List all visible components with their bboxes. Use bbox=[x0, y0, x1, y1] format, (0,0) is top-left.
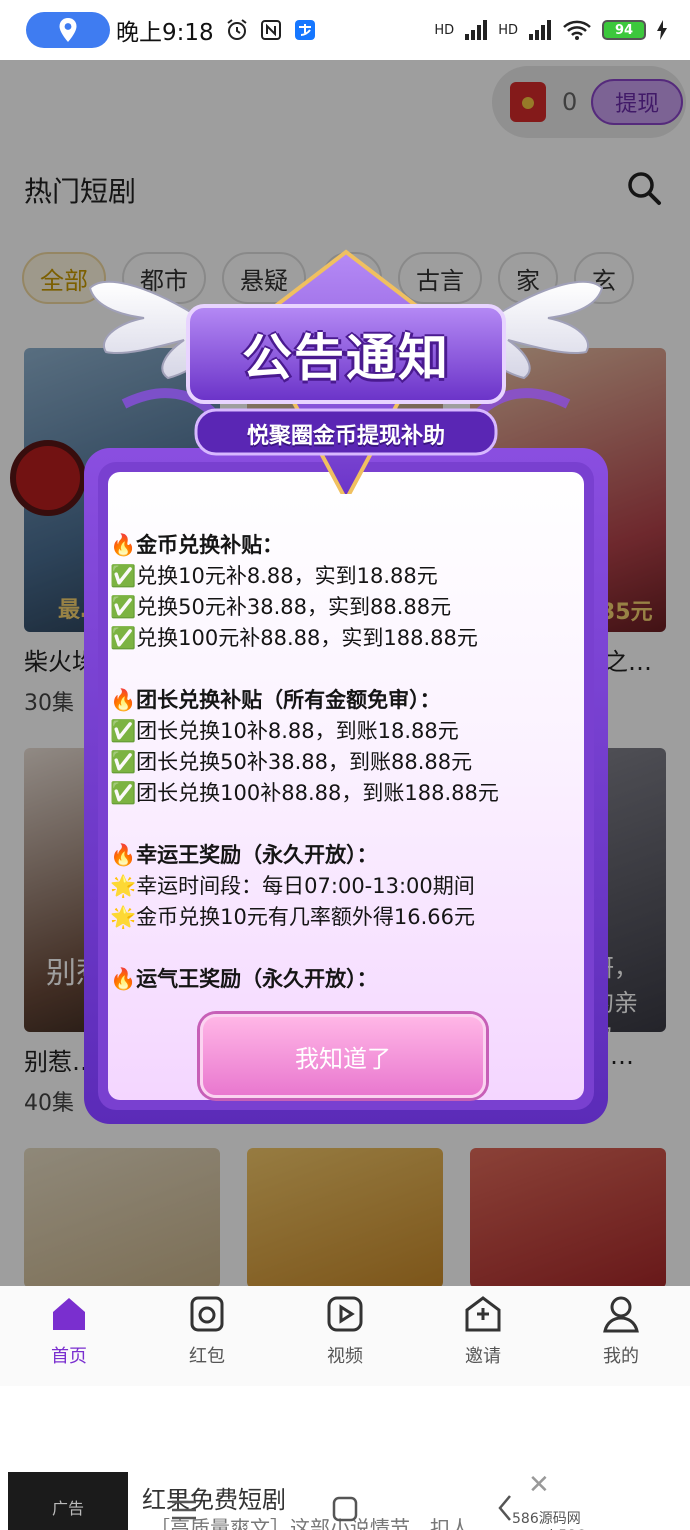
notice-line: ✅兑换10元补8.88，实到18.88元 bbox=[110, 564, 438, 588]
notice-line: 🔥团长兑换补贴（所有金额免审）： bbox=[110, 688, 441, 712]
nav-label: 首页 bbox=[51, 1346, 87, 1367]
notice-line: ✅团长兑换10补8.88，到账18.88元 bbox=[110, 719, 459, 743]
watermark-text: 586源码网 www.h586.com bbox=[512, 1511, 619, 1530]
notice-line: ✅兑换100元补88.88，实到188.88元 bbox=[110, 626, 478, 650]
profile-icon bbox=[603, 1296, 639, 1333]
notice-line: 🌟金币兑换10元有几率额外得16.66元 bbox=[110, 905, 475, 929]
signal-icon bbox=[465, 20, 488, 40]
nfc-icon bbox=[258, 18, 284, 42]
hd-label-2: HD bbox=[498, 22, 518, 38]
check-icon: ✅ bbox=[110, 719, 137, 743]
status-time: 晚上9:18 bbox=[116, 20, 214, 46]
check-icon: ✅ bbox=[110, 626, 137, 650]
star-icon: 🌟 bbox=[110, 905, 137, 929]
notice-line: 🔥运气王奖励（永久开放）： bbox=[110, 967, 378, 991]
redpacket-icon bbox=[190, 1296, 224, 1332]
notice-line: ✅团长兑换50补38.88，到账88.88元 bbox=[110, 750, 473, 774]
status-bar: 晚上9:18 HD HD 94 bbox=[0, 0, 690, 60]
fire-icon: 🔥 bbox=[110, 688, 137, 712]
nav-label: 红包 bbox=[189, 1346, 225, 1367]
acknowledge-button[interactable]: 我知道了 bbox=[200, 1014, 486, 1098]
nav-label: 邀请 bbox=[465, 1346, 501, 1367]
alarm-icon bbox=[224, 18, 250, 42]
home-icon bbox=[53, 1298, 85, 1330]
check-icon: ✅ bbox=[110, 595, 137, 619]
fire-icon: 🔥 bbox=[110, 843, 137, 867]
modal-banner-title: 公告通知 bbox=[242, 329, 450, 387]
notice-line: 🔥幸运王奖励（永久开放）： bbox=[110, 843, 378, 867]
menu-icon[interactable] bbox=[172, 1500, 196, 1520]
nav-video[interactable]: 视频 bbox=[285, 1286, 405, 1386]
alipay-icon bbox=[292, 18, 318, 42]
check-icon: ✅ bbox=[110, 750, 137, 774]
modal-banner-subtitle: 悦聚圈金币提现补助 bbox=[246, 424, 445, 449]
battery-indicator: 94 bbox=[602, 20, 646, 40]
location-pin-icon bbox=[59, 18, 77, 42]
signal-icon-2 bbox=[529, 20, 551, 40]
notice-line: 🌟幸运时间段：每日07:00-13:00期间 bbox=[110, 874, 475, 898]
location-pill[interactable] bbox=[26, 12, 110, 48]
invite-icon bbox=[465, 1296, 501, 1332]
video-icon bbox=[327, 1296, 363, 1332]
notice-line: ✅兑换50元补38.88，实到88.88元 bbox=[110, 595, 452, 619]
nav-redpacket[interactable]: 红包 bbox=[147, 1286, 267, 1386]
home-square-icon[interactable] bbox=[332, 1496, 358, 1522]
nav-invite[interactable]: 邀请 bbox=[423, 1286, 543, 1386]
fire-icon: 🔥 bbox=[110, 967, 137, 991]
fire-icon: 🔥 bbox=[110, 533, 137, 557]
wifi-icon bbox=[563, 20, 591, 40]
modal-content: 🔥金币兑换补贴： ✅兑换10元补8.88，实到18.88元 ✅兑换50元补38.… bbox=[110, 530, 580, 995]
back-icon[interactable] bbox=[498, 1495, 511, 1521]
charging-icon bbox=[657, 20, 667, 40]
check-icon: ✅ bbox=[110, 781, 137, 805]
hd-label-1: HD bbox=[434, 22, 455, 38]
notice-line: ✅团长兑换100补88.88，到账188.88元 bbox=[110, 781, 499, 805]
star-icon: 🌟 bbox=[110, 874, 137, 898]
nav-label: 我的 bbox=[603, 1346, 639, 1367]
nav-profile[interactable]: 我的 bbox=[561, 1286, 681, 1386]
notice-line: 🔥金币兑换补贴： bbox=[110, 533, 284, 557]
nav-label: 视频 bbox=[327, 1346, 363, 1367]
bottom-nav: 首页 红包 视频 邀请 我的 bbox=[0, 1286, 690, 1386]
nav-home[interactable]: 首页 bbox=[9, 1286, 129, 1386]
check-icon: ✅ bbox=[110, 564, 137, 588]
